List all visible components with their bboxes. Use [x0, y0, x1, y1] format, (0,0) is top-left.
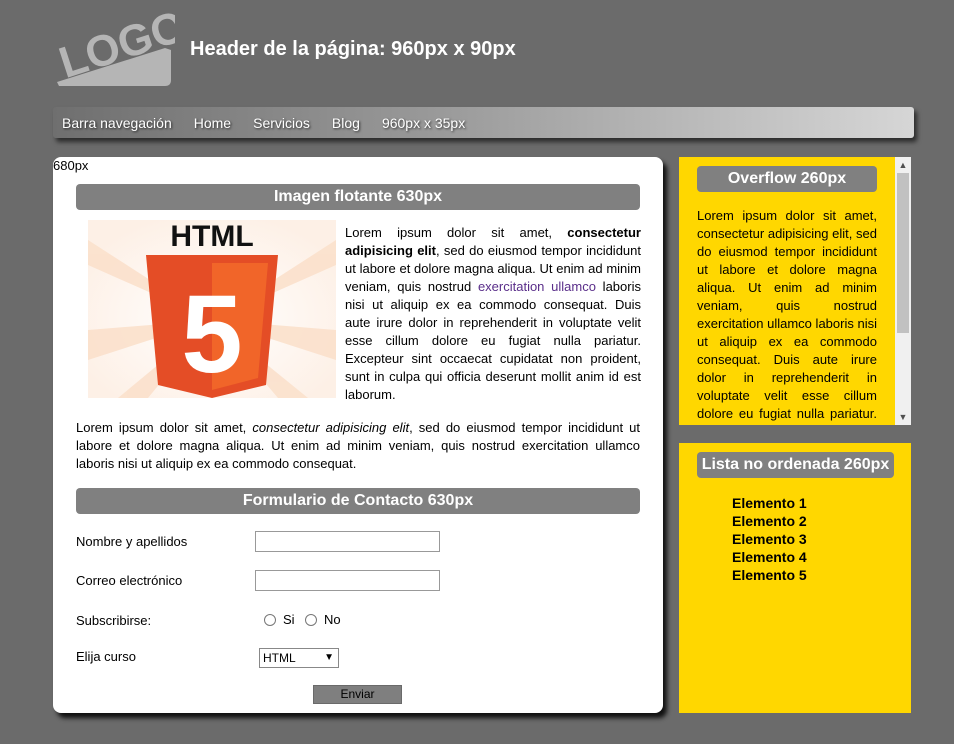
course-select-value: HTML: [263, 651, 296, 665]
list-item: Elemento 2: [732, 513, 807, 529]
navigation-bar: Barra navegación Home Servicios Blog 960…: [53, 107, 914, 138]
radio-no-label: No: [324, 612, 341, 627]
vertical-scrollbar[interactable]: ▲ ▼: [895, 157, 911, 425]
overflow-title: Overflow 260px: [697, 166, 877, 192]
list-title: Lista no ordenada 260px: [697, 452, 894, 478]
scroll-thumb[interactable]: [897, 173, 909, 333]
course-select[interactable]: HTML ▼: [259, 648, 339, 668]
floating-paragraph: Lorem ipsum dolor sit amet, consectetur …: [345, 224, 641, 404]
html5-number: 5: [181, 273, 242, 396]
subscribe-label: Subscribirse:: [76, 613, 152, 628]
float-text-end: laboris nisi ut aliquip ex ea commodo co…: [345, 279, 641, 402]
radio-si[interactable]: [264, 613, 276, 626]
nav-item-home[interactable]: Home: [194, 115, 231, 131]
radio-si-label: Si: [283, 612, 295, 627]
nav-item-barra-navegacion[interactable]: Barra navegación: [62, 115, 172, 131]
second-paragraph: Lorem ipsum dolor sit amet, consectetur …: [76, 419, 640, 473]
name-input[interactable]: [255, 531, 440, 552]
list-item: Elemento 1: [732, 495, 807, 511]
name-label: Nombre y apellidos: [76, 534, 188, 549]
chevron-down-icon: ▼: [324, 652, 334, 663]
float-text-start: Lorem ipsum dolor sit amet,: [345, 225, 568, 240]
form-section-title: Formulario de Contacto 630px: [76, 488, 640, 514]
image-section-title: Imagen flotante 630px: [76, 184, 640, 210]
nav-item-servicios[interactable]: Servicios: [253, 115, 310, 131]
list-item: Elemento 5: [732, 567, 807, 583]
overflow-box[interactable]: Overflow 260px Lorem ipsum dolor sit ame…: [679, 157, 911, 425]
para2-italic: consectetur adipisicing elit: [252, 420, 410, 435]
email-label: Correo electrónico: [76, 573, 183, 588]
radio-option-no[interactable]: No: [305, 612, 341, 627]
course-label: Elija curso: [76, 649, 136, 664]
float-text-link[interactable]: exercitation ullamco: [478, 279, 596, 294]
nav-item-dimensions[interactable]: 960px x 35px: [382, 115, 465, 131]
main-width-label: 680px: [53, 158, 89, 173]
html-word: HTML: [170, 220, 253, 253]
submit-button[interactable]: Enviar: [313, 685, 402, 704]
email-input[interactable]: [255, 570, 440, 591]
scroll-up-icon[interactable]: ▲: [895, 157, 911, 173]
html5-logo-image: HTML 5: [88, 220, 336, 398]
list-item: Elemento 4: [732, 549, 807, 565]
para2-start: Lorem ipsum dolor sit amet,: [76, 420, 253, 435]
unordered-list-box: Lista no ordenada 260px Elemento 1 Eleme…: [679, 443, 911, 713]
radio-no[interactable]: [305, 613, 317, 626]
main-content: Imagen flotante 630px HTML 5 Lorem ipsum…: [53, 157, 663, 713]
unordered-list: Elemento 1 Elemento 2 Elemento 3 Element…: [732, 494, 807, 584]
overflow-text: Lorem ipsum dolor sit amet, consectetur …: [697, 208, 877, 425]
logo[interactable]: LOGO: [53, 10, 175, 88]
radio-option-si[interactable]: Si: [264, 612, 295, 627]
header-title: Header de la página: 960px x 90px: [190, 38, 516, 60]
scroll-down-icon[interactable]: ▼: [895, 409, 911, 425]
list-item: Elemento 3: [732, 531, 807, 547]
nav-item-blog[interactable]: Blog: [332, 115, 360, 131]
